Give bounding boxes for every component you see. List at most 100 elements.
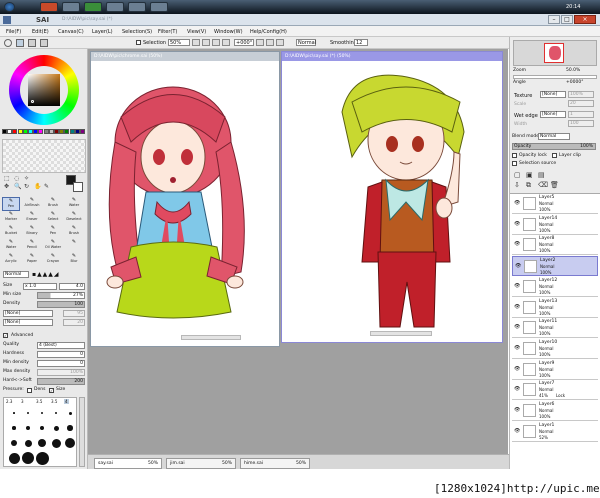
taskbar-app-opera[interactable] <box>40 2 58 12</box>
brush-preset-dot[interactable] <box>54 411 58 415</box>
quality-select[interactable]: 4 (Best) <box>37 342 85 349</box>
eye-icon[interactable]: 👁 <box>514 304 521 310</box>
merge-down-icon[interactable]: ⇩ <box>514 181 520 189</box>
tool-button[interactable]: ✎ Binary <box>23 225 41 239</box>
new-layer-icon[interactable]: ▢ <box>514 171 521 179</box>
smoothing-field[interactable]: 12 <box>354 39 368 46</box>
brush-mode-select[interactable]: Normal <box>3 271 29 278</box>
brush-preset-dot[interactable] <box>12 426 16 430</box>
doc2-hscroll[interactable] <box>370 331 432 336</box>
tool-button[interactable]: ✎ Deselect <box>65 211 83 225</box>
density-slider[interactable]: 100 <box>37 301 85 308</box>
menu-filter[interactable]: Filter(T) <box>158 29 177 35</box>
size-mult-select[interactable]: x 1.0 <box>23 283 57 290</box>
brush-preset-dot[interactable] <box>22 452 34 464</box>
layer-row[interactable]: 👁 Layer6 Normal 100% <box>512 401 598 421</box>
layer-clip-checkbox[interactable] <box>552 153 557 158</box>
layer-row[interactable]: 👁 Layer9 Normal 100% <box>512 359 598 380</box>
brush-preset-dot[interactable] <box>11 440 17 446</box>
rotate-right-button[interactable] <box>256 39 264 46</box>
opacity-lock-checkbox[interactable] <box>512 153 517 158</box>
selection-checkbox[interactable] <box>136 40 141 45</box>
navigator-preview[interactable] <box>513 40 597 66</box>
texture1-value[interactable]: 95 <box>63 310 85 317</box>
brush-preset-dot[interactable] <box>13 412 15 414</box>
brush-preset-dot[interactable] <box>26 426 30 430</box>
navigator-viewport[interactable] <box>544 43 564 63</box>
layer-row[interactable]: 👁 Layer11 Normal 100% <box>512 318 598 339</box>
mindensity-slider[interactable]: 0 <box>37 360 85 367</box>
document-window-2[interactable]: D:\AIDW\pic\say.sai (*) (50%) <box>281 51 503 343</box>
advanced-checkbox[interactable]: ✓ <box>3 333 8 338</box>
eye-icon[interactable]: 👁 <box>514 324 521 330</box>
eye-icon[interactable]: 👁 <box>514 386 521 392</box>
color-wheel[interactable] <box>9 55 79 125</box>
close-icon[interactable]: × <box>574 15 596 24</box>
brush-preset-dot[interactable] <box>67 425 73 431</box>
tab-jim[interactable]: jim.sai 50% <box>166 458 236 469</box>
tool-button[interactable]: ✎ Paper <box>23 253 41 267</box>
tool-panel-icon[interactable] <box>28 39 36 47</box>
wetedge-select[interactable]: [None] <box>540 111 566 118</box>
brush-preset-dot[interactable] <box>8 452 20 464</box>
pressure-size-checkbox[interactable]: ✓ <box>49 388 54 393</box>
tool-button[interactable]: ✎ Bucket <box>2 225 20 239</box>
rotate-tool-icon[interactable]: ↻ <box>24 183 29 190</box>
brush-preset-dot[interactable] <box>39 425 45 431</box>
tool-button[interactable]: ✎ Water <box>65 197 83 211</box>
brush-preset-dot[interactable] <box>35 451 49 465</box>
taskbar-app-6[interactable] <box>150 2 168 12</box>
zoom-up-button[interactable] <box>202 39 210 46</box>
new-folder-icon[interactable]: ▣ <box>526 171 533 179</box>
tool-button[interactable]: ✎ Brush <box>44 197 62 211</box>
eye-icon[interactable]: 👁 <box>514 241 521 247</box>
hand-tool-icon[interactable]: ✋ <box>34 183 41 190</box>
wetedge-val[interactable]: 100 <box>568 120 594 127</box>
menu-edit[interactable]: Edit(E) <box>32 29 49 35</box>
rotate-left-button[interactable] <box>222 39 230 46</box>
eye-icon[interactable]: 👁 <box>514 200 521 206</box>
tool-button[interactable]: ✎ Brush <box>65 225 83 239</box>
eye-icon[interactable]: 👁 <box>514 428 521 434</box>
tab-hime[interactable]: hime.sai 50% <box>240 458 310 469</box>
texture-select[interactable]: [None] <box>540 91 566 98</box>
presets-scrollbar[interactable] <box>79 397 85 467</box>
scratch-pad[interactable] <box>2 139 86 173</box>
minimize-icon[interactable]: – <box>548 15 560 24</box>
layer-row[interactable]: 👁 Layer13 Normal 100% <box>512 297 598 318</box>
zoom-tool-icon[interactable]: 🔍 <box>14 183 21 190</box>
brush-size-presets[interactable]: 2.3 3 3.5 3.5 4 <box>3 397 77 467</box>
color-swatch[interactable] <box>80 129 85 134</box>
brush-preset-dot[interactable] <box>38 439 46 447</box>
tool-button[interactable]: ✎ Select <box>44 211 62 225</box>
tool-button[interactable]: ✎ Crayon <box>44 253 62 267</box>
texture2-value[interactable]: 20 <box>63 319 85 326</box>
layer-settings-icon[interactable]: ▤ <box>538 171 545 179</box>
layer-row[interactable]: 👁 Layer10 Normal 100% <box>512 338 598 359</box>
magic-wand-icon[interactable]: ✧ <box>24 175 29 182</box>
size-field[interactable]: 4.0 <box>59 283 85 290</box>
tool-button[interactable]: ✎ <box>65 239 83 253</box>
clear-layer-icon[interactable]: ⌫ <box>538 181 548 189</box>
tool-button[interactable]: ✎ Oil Water <box>44 239 62 253</box>
brush-preset-dot[interactable] <box>68 411 72 415</box>
selection-source-checkbox[interactable] <box>512 161 517 166</box>
eye-icon[interactable]: 👁 <box>514 283 521 289</box>
nav-zoom-slider[interactable] <box>513 75 597 79</box>
tool-button[interactable]: ✎ Pencil <box>23 239 41 253</box>
pressure-density-checkbox[interactable] <box>27 388 32 393</box>
layer-row[interactable]: 👁 Layer2 Normal 100% <box>512 256 598 277</box>
layer-row[interactable]: 👁 Layer14 Normal 100% <box>512 214 598 235</box>
eye-icon[interactable]: 👁 <box>514 366 521 372</box>
background-color[interactable] <box>73 182 83 192</box>
selection-tool-icon[interactable]: ⬚ <box>4 175 10 182</box>
delete-layer-icon[interactable]: 🗑 <box>550 181 559 189</box>
brush-preset-dot[interactable] <box>27 412 29 414</box>
document-window-1[interactable]: D:\AIDW\pic\chrome.sai (50%) <box>90 51 280 347</box>
menu-selection[interactable]: Selection(S) <box>122 29 152 35</box>
taskbar-app-3[interactable] <box>84 2 102 12</box>
layer-row[interactable]: 👁 Layer5 Normal 100% <box>512 194 598 214</box>
brush-shape-icons[interactable]: ▪▲▲▲◢ <box>32 271 84 278</box>
brush-preset-dot[interactable] <box>40 411 44 415</box>
wetedge-width[interactable]: 1 <box>568 111 594 118</box>
